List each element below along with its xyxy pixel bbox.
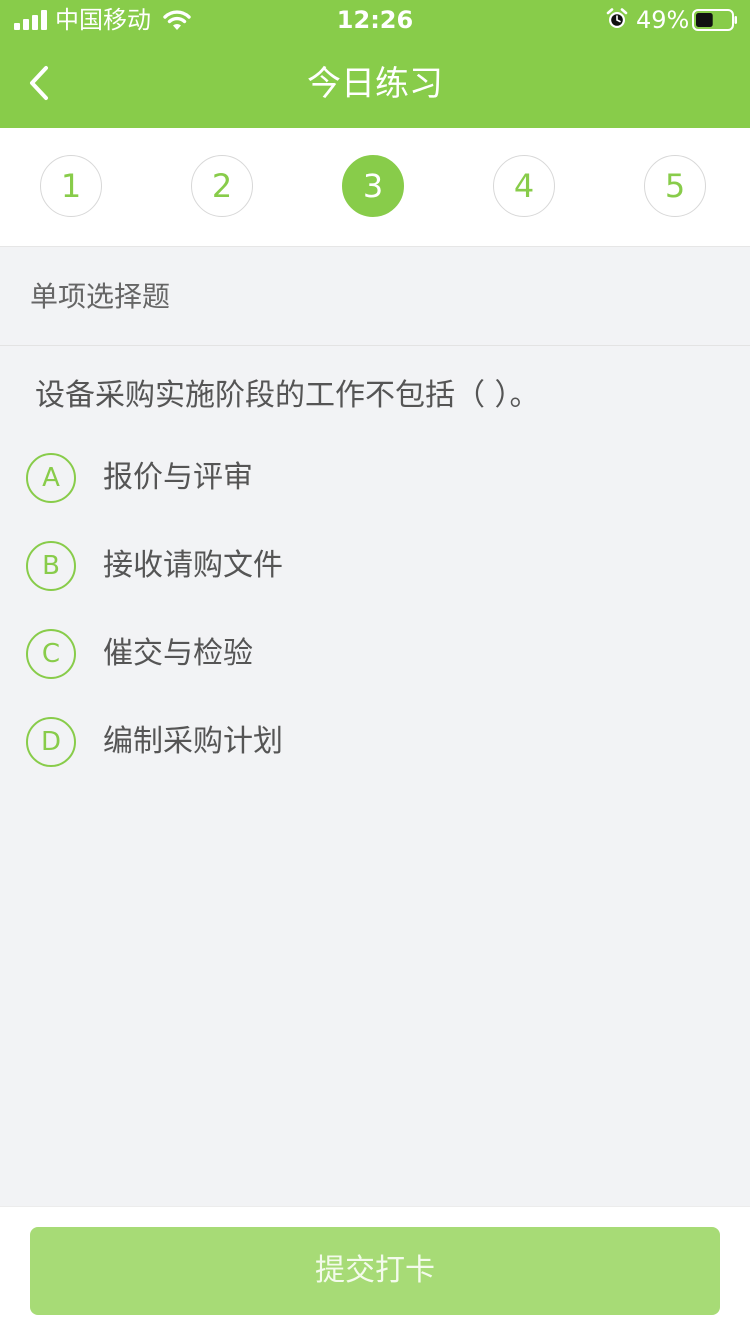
question-number-5[interactable]: 5 xyxy=(644,155,706,217)
option-letter-badge: A xyxy=(26,453,76,503)
option-c[interactable]: C 催交与检验 xyxy=(26,629,726,681)
alarm-clock-icon xyxy=(606,8,628,28)
option-letter-badge: D xyxy=(26,717,76,767)
section-header: 单项选择题 xyxy=(0,247,750,346)
submit-check-in-button[interactable]: 提交打卡 xyxy=(30,1227,720,1315)
footer-bar: 提交打卡 xyxy=(0,1206,750,1335)
question-number-1[interactable]: 1 xyxy=(40,155,102,217)
option-d[interactable]: D 编制采购计划 xyxy=(26,717,726,769)
section-title: 单项选择题 xyxy=(30,280,171,313)
question-text: 设备采购实施阶段的工作不包括（ ）。 xyxy=(35,378,540,413)
option-label: 编制采购计划 xyxy=(103,724,283,759)
option-a[interactable]: A 报价与评审 xyxy=(26,453,726,505)
question-number-nav: 1 2 3 4 5 xyxy=(0,128,750,247)
option-label: 报价与评审 xyxy=(103,460,253,495)
top-bar: 中国移动 12:26 49% 今日练习 xyxy=(0,0,750,128)
battery-icon xyxy=(692,9,737,31)
option-label: 催交与检验 xyxy=(103,636,253,671)
question-number-4[interactable]: 4 xyxy=(493,155,555,217)
question-number-3[interactable]: 3 xyxy=(342,155,404,217)
option-letter-badge: B xyxy=(26,541,76,591)
question-number-2[interactable]: 2 xyxy=(191,155,253,217)
option-label: 接收请购文件 xyxy=(103,548,283,583)
battery-percentage: 49% xyxy=(636,6,690,34)
page-title: 今日练习 xyxy=(307,64,443,104)
option-b[interactable]: B 接收请购文件 xyxy=(26,541,726,593)
option-letter-badge: C xyxy=(26,629,76,679)
status-bar: 中国移动 12:26 49% xyxy=(0,0,750,40)
